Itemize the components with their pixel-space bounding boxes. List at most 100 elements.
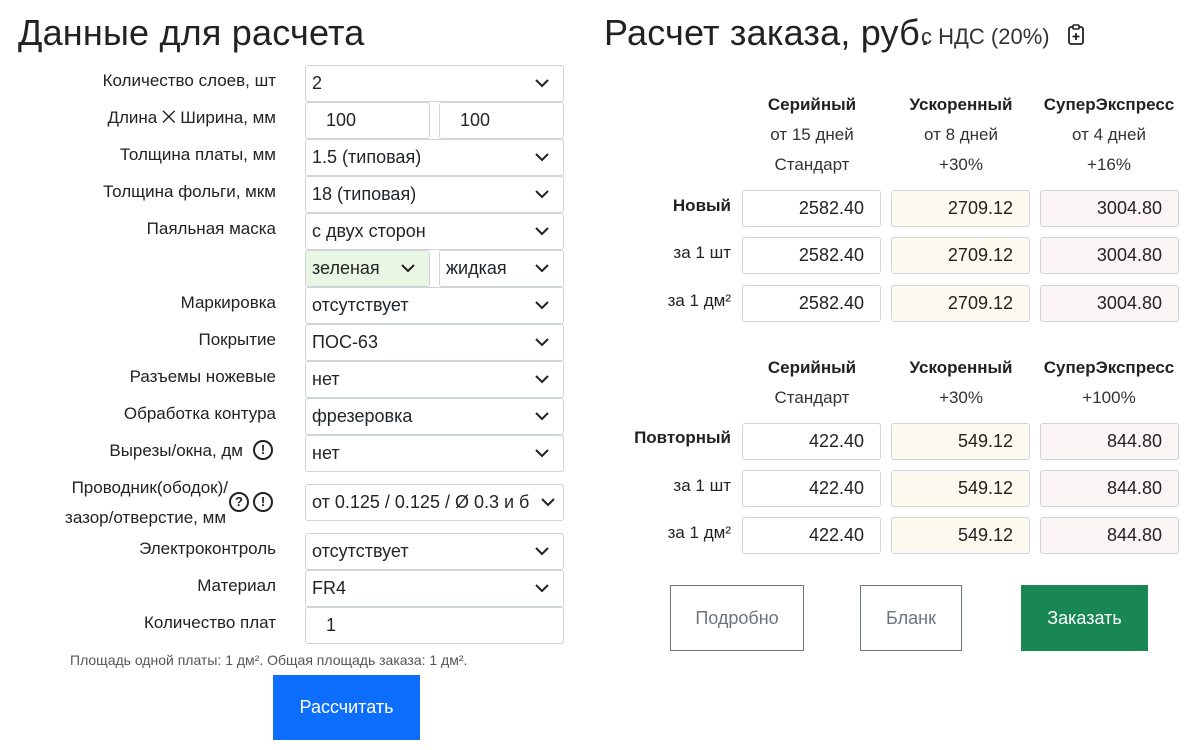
col-serial-title: Серийный xyxy=(767,95,857,114)
etest-value: отсутствует xyxy=(312,541,409,561)
col-serial-repeat: Серийный Стандарт xyxy=(732,353,892,413)
mask-color-select[interactable]: зеленая xyxy=(305,250,430,287)
area-note: Площадь одной платы: 1 дм². Общая площад… xyxy=(70,652,468,668)
thickness-select[interactable]: 1.5 (типовая) xyxy=(305,139,564,176)
width-input[interactable]: 100 xyxy=(439,102,564,139)
price-cell: 422.40 xyxy=(742,517,881,554)
details-button[interactable]: Подробно xyxy=(670,585,804,651)
row-repeat-label: Повторный xyxy=(634,428,731,447)
col-serial-note: Стандарт xyxy=(774,155,850,174)
quantity-value: 1 xyxy=(326,615,337,635)
clipboard-plus-icon[interactable] xyxy=(1067,24,1085,46)
price-cell: 844.80 xyxy=(1040,517,1179,554)
cutouts-label: Вырезы/окна, дм xyxy=(109,441,243,460)
chevron-down-icon xyxy=(535,583,549,592)
col-serial-days: от 15 дней xyxy=(770,125,854,144)
col-superexpress: СуперЭкспресс от 4 дней +16% xyxy=(1029,90,1189,180)
exclamation-circle-icon[interactable]: ! xyxy=(253,492,273,512)
blank-button[interactable]: Бланк xyxy=(860,585,962,651)
length-value: 100 xyxy=(326,110,357,130)
row-per-dm2-label: за 1 дм² xyxy=(667,291,731,310)
vat-label: с НДС (20%) xyxy=(921,24,1050,49)
mask-select[interactable]: с двух сторон xyxy=(305,213,564,250)
thickness-label: Толщина платы, мм xyxy=(119,145,276,164)
connectors-label: Разъемы ножевые xyxy=(129,367,276,386)
quantity-label: Количество плат xyxy=(143,613,276,632)
row-new-label: Новый xyxy=(672,196,731,215)
price-cell: 3004.80 xyxy=(1040,285,1179,322)
mask-label: Паяльная маска xyxy=(146,219,276,238)
price-cell: 549.12 xyxy=(891,470,1030,507)
col-superexpress-repeat: СуперЭкспресс +100% xyxy=(1029,353,1189,413)
conductor-label-line1: Проводник(ободок)/ xyxy=(71,478,228,497)
order-button[interactable]: Заказать xyxy=(1021,585,1148,651)
size-label: Длина ⨉ Ширина, мм xyxy=(107,108,276,127)
order-calc-title: Расчет заказа, руб. xyxy=(604,12,931,53)
layers-select[interactable]: 2 xyxy=(305,65,564,102)
row-per-piece-label: за 1 шт xyxy=(673,243,731,262)
col-accelerated-repeat-title: Ускоренный xyxy=(909,358,1013,377)
chevron-down-icon xyxy=(541,497,555,506)
coating-value: ПОС-63 xyxy=(312,332,378,352)
col-serial-repeat-title: Серийный xyxy=(767,358,857,377)
col-accelerated-days: от 8 дней xyxy=(923,125,999,144)
foil-label: Толщина фольги, мкм xyxy=(103,182,276,201)
coating-label: Покрытие xyxy=(198,330,276,349)
price-cell: 3004.80 xyxy=(1040,237,1179,274)
contour-value: фрезеровка xyxy=(312,406,413,426)
conductor-value: от 0.125 / 0.125 / Ø 0.3 и б xyxy=(312,492,530,512)
material-select[interactable]: FR4 xyxy=(305,570,564,607)
conductor-select[interactable]: от 0.125 / 0.125 / Ø 0.3 и б xyxy=(305,484,564,521)
chevron-down-icon xyxy=(535,78,549,87)
marking-select[interactable]: отсутствует xyxy=(305,287,564,324)
exclamation-circle-icon[interactable]: ! xyxy=(253,440,273,460)
price-cell: 844.80 xyxy=(1040,423,1179,460)
chevron-down-icon xyxy=(535,448,549,457)
thickness-value: 1.5 (типовая) xyxy=(312,147,422,167)
calculate-button[interactable]: Рассчитать xyxy=(273,675,420,740)
chevron-down-icon xyxy=(401,263,415,272)
mask-value: с двух сторон xyxy=(312,221,426,241)
mask-type-select[interactable]: жидкая xyxy=(439,250,564,287)
marking-value: отсутствует xyxy=(312,295,409,315)
chevron-down-icon xyxy=(535,411,549,420)
etest-select[interactable]: отсутствует xyxy=(305,533,564,570)
chevron-down-icon xyxy=(535,337,549,346)
price-cell: 2709.12 xyxy=(891,190,1030,227)
price-cell: 2709.12 xyxy=(891,285,1030,322)
price-cell: 549.12 xyxy=(891,517,1030,554)
chevron-down-icon xyxy=(535,226,549,235)
etest-label: Электроконтроль xyxy=(139,539,276,558)
col-serial-repeat-note: Стандарт xyxy=(774,388,850,407)
chevron-down-icon xyxy=(535,189,549,198)
price-cell: 2582.40 xyxy=(742,285,881,322)
length-input[interactable]: 100 xyxy=(305,102,430,139)
price-cell: 422.40 xyxy=(742,423,881,460)
marking-label: Маркировка xyxy=(180,293,276,312)
chevron-down-icon xyxy=(535,546,549,555)
col-superexpress-note: +16% xyxy=(1087,155,1131,174)
foil-select[interactable]: 18 (типовая) xyxy=(305,176,564,213)
chevron-down-icon xyxy=(535,300,549,309)
col-superexpress-title: СуперЭкспресс xyxy=(1043,95,1175,114)
col-accelerated-note: +30% xyxy=(939,155,983,174)
col-superexpress-days: от 4 дней xyxy=(1071,125,1147,144)
connectors-select[interactable]: нет xyxy=(305,361,564,398)
contour-label: Обработка контура xyxy=(123,404,276,423)
chevron-down-icon xyxy=(535,152,549,161)
price-cell: 422.40 xyxy=(742,470,881,507)
price-cell: 2709.12 xyxy=(891,237,1030,274)
question-circle-icon[interactable]: ? xyxy=(229,492,249,512)
conductor-label-line2: зазор/отверстие, мм xyxy=(65,508,226,527)
cutouts-value: нет xyxy=(312,443,340,463)
connectors-value: нет xyxy=(312,369,340,389)
quantity-input[interactable]: 1 xyxy=(305,607,564,644)
price-cell: 2582.40 xyxy=(742,190,881,227)
coating-select[interactable]: ПОС-63 xyxy=(305,324,564,361)
col-superexpress-repeat-note: +100% xyxy=(1082,388,1136,407)
row-repeat-per-dm2-label: за 1 дм² xyxy=(667,523,731,542)
col-accelerated-title: Ускоренный xyxy=(909,95,1013,114)
col-accelerated: Ускоренный от 8 дней +30% xyxy=(881,90,1041,180)
contour-select[interactable]: фрезеровка xyxy=(305,398,564,435)
cutouts-select[interactable]: нет xyxy=(305,435,564,472)
